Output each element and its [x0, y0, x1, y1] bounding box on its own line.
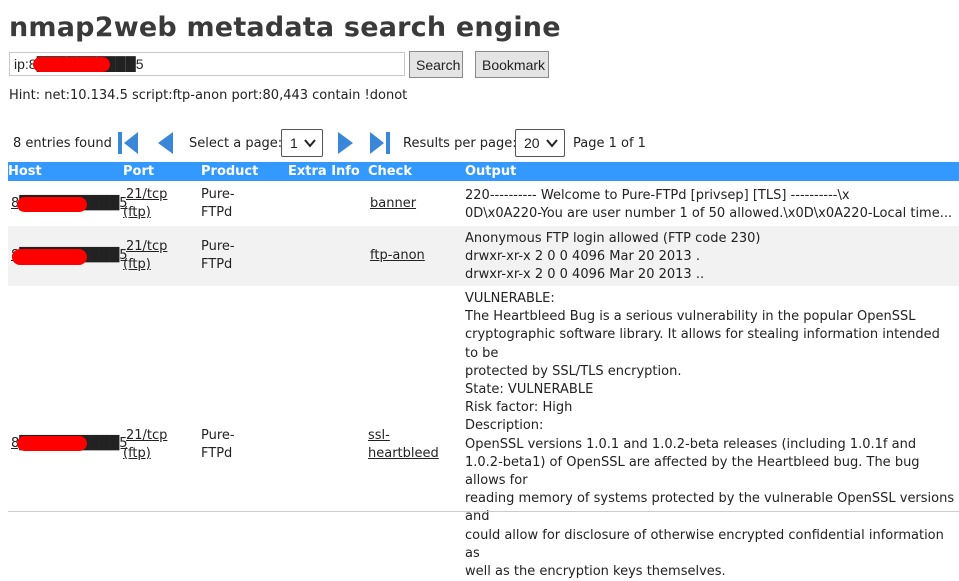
check-line: ssl-	[368, 428, 390, 443]
product-line: FTPd	[201, 446, 233, 461]
check-link[interactable]: ssl- heartbleed	[368, 427, 439, 463]
column-header-port[interactable]: Port	[123, 164, 154, 179]
product-cell: Pure- FTPd	[201, 238, 235, 274]
page-select[interactable]: 1	[281, 129, 323, 157]
redaction-mark	[33, 57, 110, 72]
product-line: FTPd	[201, 257, 233, 272]
previous-page-icon[interactable]	[153, 130, 179, 156]
column-header-host[interactable]: Host	[8, 164, 42, 179]
first-page-icon[interactable]	[116, 130, 142, 156]
table-row: 8██████████5 21/tcp (ftp) Pure- FTPd ban…	[8, 182, 959, 226]
output-line: Risk factor: High	[465, 400, 573, 416]
column-header-extra-info[interactable]: Extra Info	[288, 164, 360, 179]
product-line: Pure-	[201, 187, 235, 202]
check-line: heartbleed	[368, 446, 439, 461]
port-number: 21/tcp	[126, 187, 168, 202]
output-line: VULNERABLE:	[465, 291, 555, 306]
results-per-page-label: Results per page:	[403, 136, 517, 151]
chevron-down-icon	[546, 139, 558, 148]
port-link[interactable]: 21/tcp (ftp)	[123, 427, 167, 463]
output-line: drwxr-xr-x 2 0 0 4096 Mar 20 2013 ..	[465, 267, 705, 283]
port-service: (ftp)	[123, 257, 151, 272]
pagination-bar: 8 entries found Select a page: 1 Results…	[0, 128, 959, 158]
port-number: 21/tcp	[126, 239, 168, 254]
per-page-select[interactable]: 20	[515, 129, 565, 157]
select-page-label: Select a page:	[189, 136, 283, 151]
output-line: State: VULNERABLE	[465, 382, 594, 398]
output-line: 220---------- Welcome to Pure-FTPd [priv…	[465, 188, 850, 203]
last-page-icon[interactable]	[366, 130, 392, 156]
table-row: 8██████████5 21/tcp (ftp) Pure- FTPd ftp…	[8, 226, 959, 286]
table-bottom-border	[8, 511, 959, 512]
output-cell: VULNERABLE: The Heartbleed Bug is a seri…	[465, 290, 955, 581]
column-header-output[interactable]: Output	[465, 164, 516, 179]
output-line: Anonymous FTP login allowed (FTP code 23…	[465, 231, 761, 246]
column-header-check[interactable]: Check	[368, 164, 412, 179]
page-select-value: 1	[290, 135, 298, 151]
output-line: The Heartbleed Bug is a serious vulnerab…	[465, 309, 916, 325]
page-status: Page 1 of 1	[573, 136, 646, 151]
output-line: reading memory of systems protected by t…	[465, 491, 955, 525]
product-cell: Pure- FTPd	[201, 427, 235, 463]
output-line: could allow for disclosure of otherwise …	[465, 527, 944, 561]
next-page-icon[interactable]	[332, 130, 358, 156]
output-line: 1.0.2-beta1) of OpenSSL are affected by …	[465, 454, 920, 489]
redaction-mark	[17, 436, 87, 451]
column-header-product[interactable]: Product	[201, 164, 258, 179]
table-header: Host Port Product Extra Info Check Outpu…	[8, 162, 959, 181]
output-cell: 220---------- Welcome to Pure-FTPd [priv…	[465, 187, 955, 223]
port-service: (ftp)	[123, 205, 151, 220]
check-link[interactable]: banner	[370, 195, 416, 213]
redaction-mark	[17, 197, 87, 212]
redaction-mark	[12, 249, 87, 265]
output-cell: Anonymous FTP login allowed (FTP code 23…	[465, 230, 955, 285]
entries-count: 8 entries found	[13, 136, 112, 151]
output-line: well as the encryption keys themselves.	[465, 564, 726, 580]
search-button[interactable]: Search	[409, 51, 463, 78]
port-link[interactable]: 21/tcp (ftp)	[123, 186, 167, 222]
bookmark-button[interactable]: Bookmark	[475, 51, 549, 78]
port-number: 21/tcp	[126, 428, 168, 443]
output-line: OpenSSL versions 1.0.1 and 1.0.2-beta re…	[465, 436, 917, 452]
check-link[interactable]: ftp-anon	[370, 247, 425, 265]
product-line: FTPd	[201, 205, 233, 220]
output-line: cryptographic software library. It allow…	[465, 327, 940, 361]
output-line: Description:	[465, 418, 544, 434]
chevron-down-icon	[304, 139, 316, 148]
port-link[interactable]: 21/tcp (ftp)	[123, 238, 167, 274]
port-service: (ftp)	[123, 446, 151, 461]
search-hint: Hint: net:10.134.5 script:ftp-anon port:…	[9, 88, 408, 103]
output-line: drwxr-xr-x 2 0 0 4096 Mar 20 2013 .	[465, 249, 700, 265]
table-row: 8██████████5 21/tcp (ftp) Pure- FTPd ssl…	[8, 286, 959, 579]
output-line: protected by SSL/TLS encryption.	[465, 363, 682, 379]
output-line: 0D\x0A220-You are user number 1 of 50 al…	[465, 206, 953, 222]
product-line: Pure-	[201, 428, 235, 443]
product-line: Pure-	[201, 239, 235, 254]
per-page-select-value: 20	[524, 135, 540, 151]
page-title: nmap2web metadata search engine	[9, 12, 561, 43]
product-cell: Pure- FTPd	[201, 186, 235, 222]
